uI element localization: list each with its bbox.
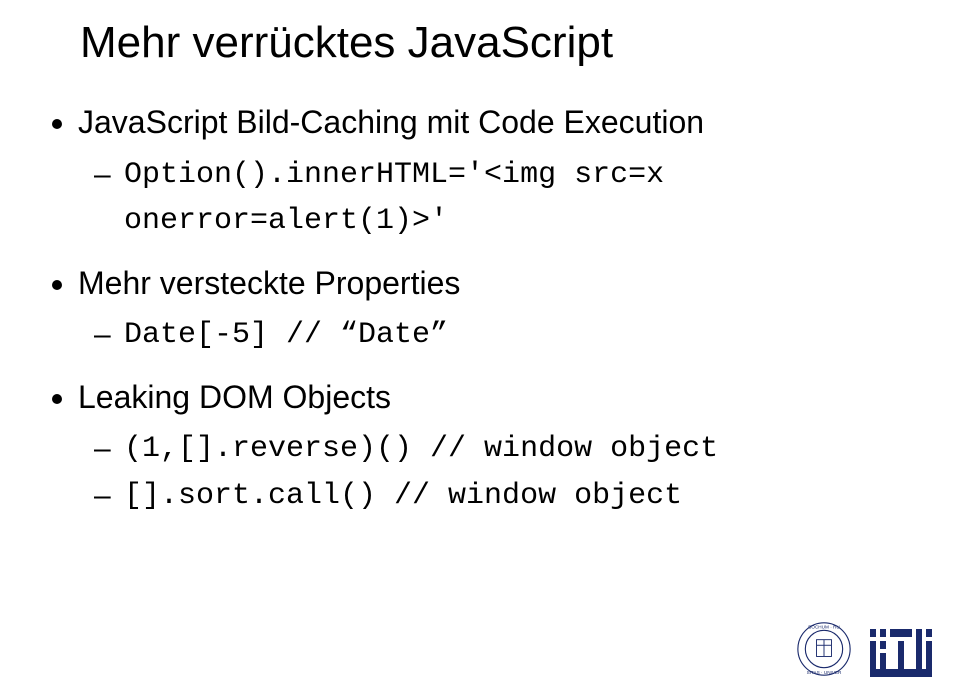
code-line: (1,[].reverse)() // window object: [124, 426, 910, 473]
bullet-item: Mehr versteckte Properties Date[-5] // “…: [78, 259, 910, 359]
slide: Mehr verrücktes JavaScript JavaScript Bi…: [0, 0, 960, 697]
sub-list: Date[-5] // “Date”: [78, 312, 910, 359]
bullet-item: JavaScript Bild-Caching mit Code Executi…: [78, 98, 910, 245]
bullet-list: JavaScript Bild-Caching mit Code Executi…: [50, 98, 910, 519]
bullet-text: Mehr versteckte Properties: [78, 265, 460, 301]
bullet-text: JavaScript Bild-Caching mit Code Executi…: [78, 104, 704, 140]
code-line: [].sort.call() // window object: [124, 473, 910, 520]
sub-list: Option().innerHTML='<img src=x onerror=a…: [78, 152, 910, 245]
slide-title: Mehr verrücktes JavaScript: [80, 18, 910, 68]
code-line: Date[-5] // “Date”: [124, 312, 910, 359]
bullet-text: Leaking DOM Objects: [78, 379, 391, 415]
bullet-item: Leaking DOM Objects (1,[].reverse)() // …: [78, 373, 910, 520]
sub-list: (1,[].reverse)() // window object [].sor…: [78, 426, 910, 519]
code-line: Option().innerHTML='<img src=x onerror=a…: [124, 152, 910, 245]
eti-logo-icon: [870, 629, 932, 677]
svg-text:BOCHUM · RU: BOCHUM · RU: [808, 624, 840, 629]
footer-logos: BOCHUM · RU SITAS · UNIVER: [796, 621, 932, 677]
svg-text:SITAS · UNIVER: SITAS · UNIVER: [807, 670, 842, 675]
university-seal-icon: BOCHUM · RU SITAS · UNIVER: [796, 621, 852, 677]
